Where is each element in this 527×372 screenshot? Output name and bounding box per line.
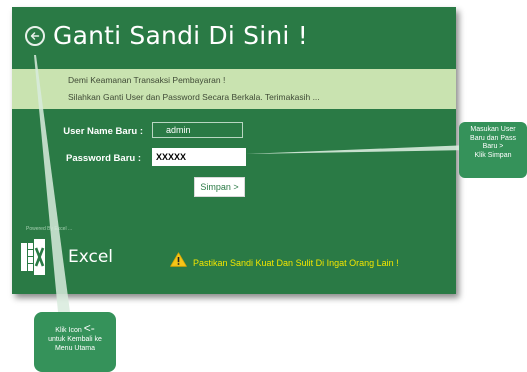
hint-save-line-4: Klik Simpan xyxy=(474,151,512,159)
info-band: Demi Keamanan Transaksi Pembayaran ! Sil… xyxy=(12,69,456,109)
hint-callout-back: Klik Icon <- untuk Kembali ke Menu Utama xyxy=(34,312,116,372)
hint-back-line-2: untuk Kembali ke xyxy=(48,336,102,343)
hint-back-line-3: Menu Utama xyxy=(54,345,96,352)
hint-back-text: Klik Icon xyxy=(55,327,82,334)
back-arrow-icon[interactable] xyxy=(25,25,45,46)
username-input[interactable] xyxy=(152,122,243,138)
powered-by-text: Powered By Excel ... xyxy=(26,226,73,232)
password-input[interactable] xyxy=(152,148,246,166)
hint-save-line-1: Masukan User xyxy=(470,126,516,133)
warning-icon xyxy=(170,252,187,267)
excel-brand-text: Excel xyxy=(68,247,114,267)
info-line-2: Silahkan Ganti User dan Password Secara … xyxy=(68,92,320,102)
username-label: User Name Baru : xyxy=(63,126,143,137)
hint-save-line-2: Baru dan Pass xyxy=(470,134,516,142)
excel-logo-icon xyxy=(21,239,45,275)
back-arrow-symbol: <- xyxy=(83,321,95,335)
hint-save-line-3: Baru > xyxy=(482,143,504,150)
warning-message: Pastikan Sandi Kuat Dan Sulit Di Ingat O… xyxy=(193,258,399,268)
hint-callout-save: Masukan User Baru dan Pass Baru > Klik S… xyxy=(459,122,527,178)
screen: Ganti Sandi Di Sini ! Demi Keamanan Tran… xyxy=(0,0,527,372)
header: Ganti Sandi Di Sini ! xyxy=(25,21,308,50)
page-title: Ganti Sandi Di Sini ! xyxy=(53,21,308,50)
info-line-1: Demi Keamanan Transaksi Pembayaran ! xyxy=(68,75,226,85)
password-label: Password Baru : xyxy=(66,153,141,164)
hint-back-line-1: Klik Icon <- xyxy=(34,321,116,335)
save-button[interactable]: Simpan > xyxy=(194,177,245,197)
password-change-panel: Ganti Sandi Di Sini ! Demi Keamanan Tran… xyxy=(12,7,456,294)
